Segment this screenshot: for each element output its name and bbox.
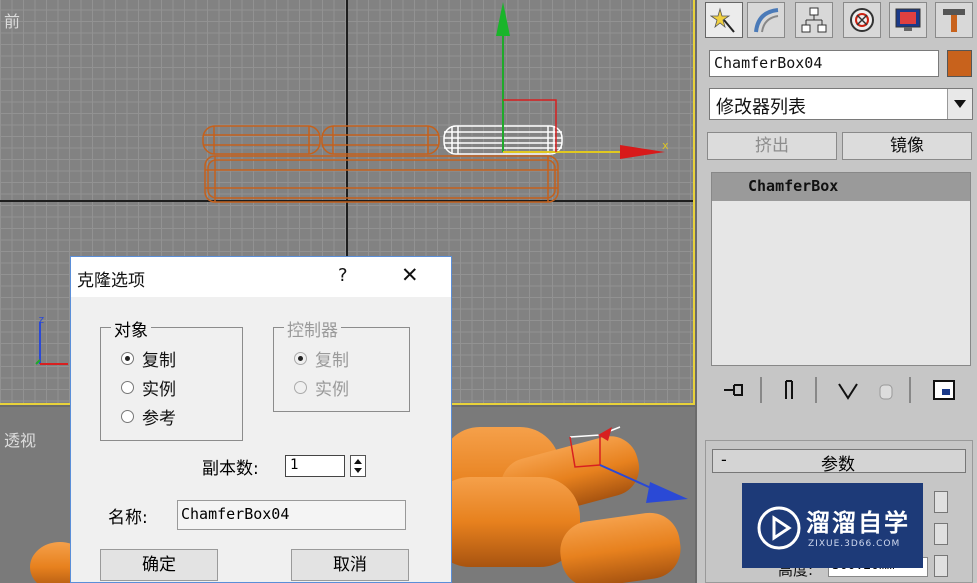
stack-item-label: ChamferBox bbox=[748, 177, 839, 195]
tab-create[interactable] bbox=[705, 2, 743, 38]
modifier-stack[interactable]: ChamferBox bbox=[711, 172, 971, 366]
hierarchy-icon bbox=[801, 7, 827, 33]
rollout-collapse-sign: - bbox=[721, 450, 727, 469]
radio-reference-label: 参考 bbox=[142, 409, 176, 429]
ctrl-radio-copy: 复制 bbox=[294, 346, 349, 371]
remove-modifier-button[interactable] bbox=[873, 377, 899, 403]
length-spinner-arrows[interactable] bbox=[934, 491, 948, 513]
radio-copy-label: 复制 bbox=[142, 351, 176, 371]
configure-icon bbox=[933, 380, 955, 400]
dropdown-arrow-button[interactable] bbox=[947, 89, 972, 119]
watermark-brand: 溜溜自学 bbox=[806, 509, 910, 537]
chamfer-box-cushion-1 bbox=[202, 125, 321, 155]
stack-item-selected[interactable]: ChamferBox bbox=[712, 173, 970, 201]
pin-icon bbox=[724, 384, 743, 396]
copies-spinner-arrows[interactable] bbox=[350, 455, 366, 477]
extrude-button[interactable]: 挤出 bbox=[707, 132, 837, 160]
object-group: 对象 复制 实例 参考 bbox=[100, 316, 243, 441]
chevron-down-icon bbox=[954, 100, 966, 108]
radio-instance[interactable]: 实例 bbox=[121, 375, 176, 400]
height-spinner-arrows[interactable] bbox=[934, 555, 948, 577]
toolbar-divider bbox=[909, 377, 911, 403]
help-button[interactable]: ? bbox=[338, 265, 348, 286]
tab-utilities[interactable] bbox=[935, 2, 973, 38]
clone-name-input[interactable]: ChamferBox04 bbox=[177, 500, 406, 530]
dialog-title: 克隆选项 bbox=[77, 271, 145, 291]
move-gizmo bbox=[496, 2, 665, 159]
object-color-swatch[interactable] bbox=[947, 50, 972, 77]
object-name-field[interactable]: ChamferBox04 bbox=[709, 50, 939, 77]
cancel-button[interactable]: 取消 bbox=[291, 549, 409, 581]
toolbar-divider bbox=[760, 377, 762, 403]
radio-reference[interactable]: 参考 bbox=[121, 404, 176, 429]
tab-modify[interactable] bbox=[747, 2, 785, 38]
dialog-title-bar[interactable]: 克隆选项 ? ✕ bbox=[71, 257, 451, 297]
object-group-label: 对象 bbox=[111, 316, 151, 341]
utilities-icon bbox=[943, 9, 965, 32]
radio-instance-indicator bbox=[121, 381, 134, 394]
pin-stack-button[interactable] bbox=[721, 377, 747, 403]
object-color-fill bbox=[948, 51, 971, 76]
tab-display[interactable] bbox=[889, 2, 927, 38]
chamfer-box-cushion-2 bbox=[321, 125, 440, 155]
display-icon bbox=[895, 8, 921, 31]
ctrl-radio-instance-indicator bbox=[294, 381, 307, 394]
modifier-list-dropdown[interactable]: 修改器列表 bbox=[709, 88, 973, 120]
ctrl-radio-copy-label: 复制 bbox=[315, 351, 349, 371]
mirror-button[interactable]: 镜像 bbox=[842, 132, 972, 160]
rollout-title: 参数 bbox=[821, 455, 855, 475]
clone-options-dialog: 克隆选项 ? ✕ 对象 复制 实例 参考 控制器 复制 实例 副本数: 1 名称… bbox=[70, 256, 452, 583]
ctrl-radio-instance: 实例 bbox=[294, 375, 349, 400]
ctrl-radio-copy-indicator bbox=[294, 352, 307, 365]
copies-spinner-field[interactable]: 1 bbox=[285, 455, 345, 477]
chamfer-box-base bbox=[204, 155, 559, 203]
make-unique-icon bbox=[838, 383, 858, 400]
create-icon bbox=[710, 7, 735, 33]
watermark-url: ZIXUE.3D66.COM bbox=[808, 539, 901, 549]
parameters-rollout-header[interactable]: - 参数 bbox=[712, 449, 966, 475]
play-logo-icon bbox=[757, 506, 801, 550]
tripod-z-label: z bbox=[38, 313, 45, 326]
radio-reference-indicator bbox=[121, 410, 134, 423]
width-spinner-arrows[interactable] bbox=[934, 523, 948, 545]
end-result-icon bbox=[785, 380, 793, 399]
tab-motion[interactable] bbox=[843, 2, 881, 38]
spinner-arrows-icon bbox=[354, 459, 362, 473]
toolbar-divider bbox=[815, 377, 817, 403]
watermark-badge: 溜溜自学 ZIXUE.3D66.COM bbox=[742, 483, 923, 568]
modify-icon bbox=[754, 8, 779, 33]
modifier-list-label: 修改器列表 bbox=[716, 97, 806, 118]
close-button[interactable]: ✕ bbox=[401, 263, 419, 287]
motion-icon bbox=[850, 8, 874, 32]
radio-copy[interactable]: 复制 bbox=[121, 346, 176, 371]
ctrl-radio-instance-label: 实例 bbox=[315, 380, 349, 400]
trash-icon bbox=[879, 384, 893, 400]
tab-hierarchy[interactable] bbox=[795, 2, 833, 38]
copies-label: 副本数: bbox=[202, 459, 259, 479]
configure-sets-button[interactable] bbox=[931, 377, 957, 403]
gizmo-x-label: x bbox=[662, 139, 669, 152]
make-unique-button[interactable] bbox=[835, 377, 861, 403]
radio-instance-label: 实例 bbox=[142, 380, 176, 400]
controller-group: 控制器 复制 实例 bbox=[273, 316, 410, 412]
radio-copy-indicator bbox=[121, 352, 134, 365]
controller-group-label: 控制器 bbox=[284, 316, 341, 341]
name-label: 名称: bbox=[108, 508, 148, 528]
ok-button[interactable]: 确定 bbox=[100, 549, 218, 581]
show-end-result-button[interactable] bbox=[779, 377, 805, 403]
